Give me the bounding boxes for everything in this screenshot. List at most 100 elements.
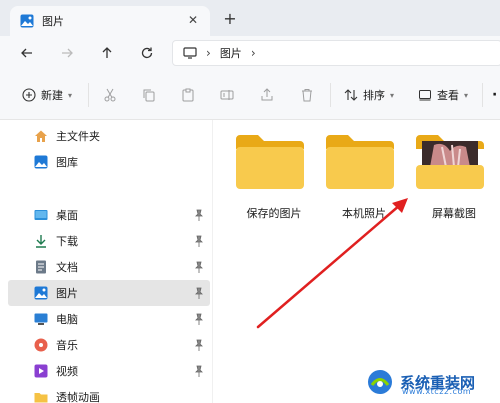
pin-icon[interactable]	[194, 313, 204, 325]
sort-button[interactable]: 排序 ▾	[344, 85, 394, 105]
desktop-icon	[34, 210, 48, 220]
command-bar: 新建 ▾ 排序 ▾ 查看 ▾ ·	[0, 70, 500, 120]
folder-name: 本机照片	[342, 207, 386, 220]
folder-name: 保存的图片	[246, 207, 302, 220]
back-button[interactable]	[18, 44, 36, 62]
home-icon	[35, 130, 47, 142]
chevron-down-icon: ▾	[68, 90, 73, 100]
refresh-icon	[141, 47, 153, 59]
chevron-down-icon: ▾	[464, 90, 469, 100]
tab-strip: 图片 ✕ +	[0, 0, 500, 36]
folder-icon	[326, 135, 394, 189]
share-button[interactable]	[260, 85, 274, 105]
pin-icon[interactable]	[194, 365, 204, 377]
navigation-pane: 主文件夹 图库 桌面 下载 文档 图片 电脑 音乐 视频 透帧动画	[0, 120, 213, 403]
document-icon	[36, 260, 46, 274]
sidebar-item-label: 视频	[56, 365, 78, 378]
breadcrumb-separator-end[interactable]: ›	[251, 46, 256, 60]
up-button[interactable]	[98, 44, 116, 62]
copy-button[interactable]	[142, 85, 156, 105]
sort-icon	[344, 89, 358, 101]
pin-icon[interactable]	[194, 287, 204, 299]
view-icon	[419, 90, 431, 101]
pin-icon[interactable]	[194, 339, 204, 351]
tab-pictures[interactable]: 图片 ✕	[10, 6, 210, 36]
folder-name: 屏幕截图	[432, 207, 476, 220]
sidebar-item-pictures[interactable]: 图片	[8, 280, 210, 306]
sidebar-item-label: 音乐	[56, 339, 78, 352]
sidebar-item-home[interactable]: 主文件夹	[8, 123, 210, 149]
pin-icon[interactable]	[194, 261, 204, 273]
music-icon	[34, 338, 48, 352]
sidebar-item-label: 图库	[56, 156, 78, 169]
refresh-button[interactable]	[138, 44, 156, 62]
copy-icon	[143, 89, 155, 102]
view-label: 查看	[437, 89, 459, 102]
pictures-icon	[34, 286, 48, 300]
up-arrow-icon	[102, 47, 112, 58]
sidebar-item-gallery[interactable]: 图库	[8, 149, 210, 175]
sidebar-item-label: 下载	[56, 235, 78, 248]
computer-icon	[34, 313, 48, 325]
chevron-down-icon: ▾	[390, 90, 395, 100]
trash-icon	[302, 89, 312, 102]
computer-icon	[183, 47, 197, 59]
paste-button[interactable]	[181, 85, 195, 105]
rename-icon	[220, 90, 234, 100]
watermark-url: www.xtcz2.com	[402, 387, 472, 396]
new-button[interactable]: 新建 ▾	[22, 85, 72, 105]
gallery-icon	[34, 155, 48, 169]
divider	[88, 83, 89, 107]
sidebar-item-desktop[interactable]: 桌面	[8, 202, 210, 228]
cut-icon	[104, 88, 116, 102]
new-tab-button[interactable]: +	[222, 11, 238, 27]
breadcrumb-pictures[interactable]: 图片	[220, 45, 242, 61]
folder-with-preview-icon	[416, 135, 484, 189]
file-list: 保存的图片 本机照片 屏幕截图	[214, 120, 500, 403]
sidebar-item-videos[interactable]: 视频	[8, 358, 210, 384]
share-icon	[261, 88, 273, 101]
sidebar-item-label: 桌面	[56, 209, 78, 222]
cut-button[interactable]	[103, 85, 117, 105]
folder-icon	[34, 393, 48, 403]
sidebar-item-music[interactable]: 音乐	[8, 332, 210, 358]
watermark: 系统重装网 www.xtcz2.com	[366, 365, 496, 399]
delete-button[interactable]	[300, 85, 314, 105]
sidebar-item-downloads[interactable]: 下载	[8, 228, 210, 254]
tab-title: 图片	[42, 15, 64, 28]
close-icon[interactable]: ✕	[186, 13, 200, 27]
folder-item[interactable]: 保存的图片	[228, 133, 308, 223]
sort-label: 排序	[363, 89, 385, 102]
forward-arrow-icon	[62, 48, 73, 58]
more-button[interactable]: ·	[492, 85, 497, 105]
rename-button[interactable]	[220, 85, 234, 105]
sidebar-item-label: 透帧动画	[56, 391, 100, 403]
pin-icon[interactable]	[194, 209, 204, 221]
sidebar-item-folder[interactable]: 透帧动画	[8, 384, 210, 403]
divider	[482, 83, 483, 107]
folder-item[interactable]: 本机照片	[318, 133, 398, 223]
sidebar-item-label: 主文件夹	[56, 130, 100, 143]
download-icon	[36, 235, 46, 248]
sidebar-item-label: 图片	[56, 287, 78, 300]
sidebar-item-documents[interactable]: 文档	[8, 254, 210, 280]
sidebar-item-computer[interactable]: 电脑	[8, 306, 210, 332]
video-icon	[34, 364, 48, 378]
divider	[330, 83, 331, 107]
sidebar-item-label: 文档	[56, 261, 78, 274]
folder-item[interactable]: 屏幕截图	[408, 133, 488, 223]
folder-icon	[236, 135, 304, 189]
navigation-bar: › 图片 ›	[0, 36, 500, 70]
paste-icon	[182, 88, 194, 102]
pin-icon[interactable]	[194, 235, 204, 247]
forward-button[interactable]	[58, 44, 76, 62]
back-arrow-icon	[21, 48, 32, 58]
sidebar-item-label: 电脑	[56, 313, 78, 326]
address-bar[interactable]: › 图片 ›	[172, 40, 500, 66]
breadcrumb-separator: ›	[206, 46, 211, 60]
new-label: 新建	[41, 89, 63, 102]
watermark-logo	[368, 370, 392, 394]
pictures-icon	[20, 14, 34, 28]
view-button[interactable]: 查看 ▾	[418, 85, 468, 105]
plus-circle-icon	[22, 88, 36, 102]
